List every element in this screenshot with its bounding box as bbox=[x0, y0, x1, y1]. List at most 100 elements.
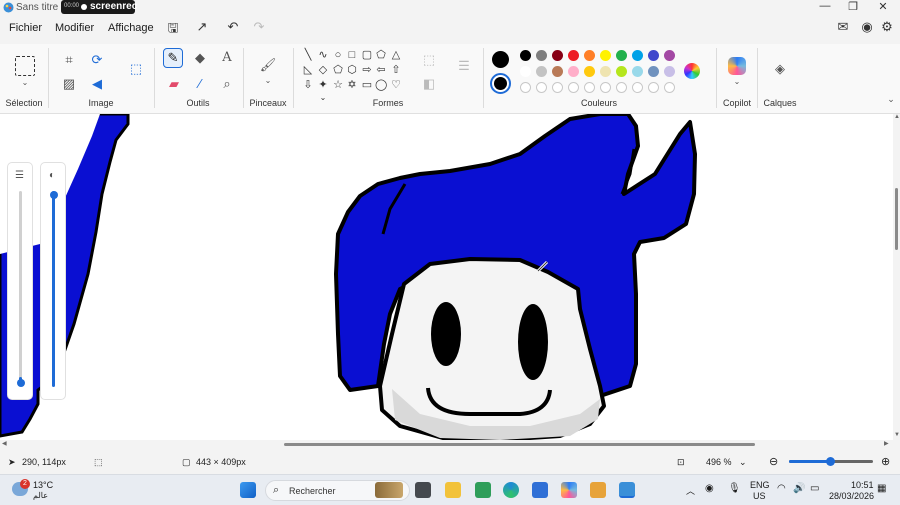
menu-edit[interactable]: Modifier bbox=[55, 22, 94, 34]
diamond-shape-icon[interactable]: ◇ bbox=[317, 64, 329, 76]
ribbon-collapse-icon[interactable]: ⌄ bbox=[882, 94, 900, 112]
flip-icon[interactable]: ◀ bbox=[88, 76, 106, 94]
zoom-slider-thumb[interactable] bbox=[826, 457, 835, 466]
microphone-icon[interactable]: 🎙 bbox=[728, 483, 741, 494]
oval-shape-icon[interactable]: ○ bbox=[332, 49, 344, 61]
task-view-icon[interactable] bbox=[415, 482, 431, 498]
custom-color-slot-5[interactable] bbox=[584, 82, 595, 93]
up-arrow-shape-icon[interactable]: ⇧ bbox=[390, 64, 402, 76]
selection-dropdown-icon[interactable]: ⌄ bbox=[16, 78, 34, 96]
edit-colors-icon[interactable] bbox=[684, 63, 700, 79]
palette-swatch-r2-2[interactable] bbox=[536, 66, 547, 77]
palette-swatch-r2-4[interactable] bbox=[568, 66, 579, 77]
rectangle-select-icon[interactable] bbox=[15, 56, 35, 76]
line-shape-icon[interactable]: ╲ bbox=[302, 49, 314, 61]
settings-gear-icon[interactable]: ⚙ bbox=[878, 19, 896, 37]
callout-rect-shape-icon[interactable]: ▭ bbox=[361, 79, 373, 91]
store-icon[interactable] bbox=[532, 482, 548, 498]
custom-color-slot-3[interactable] bbox=[552, 82, 563, 93]
rectangle-shape-icon[interactable]: □ bbox=[346, 49, 358, 61]
feedback-icon[interactable]: ✉ bbox=[834, 19, 852, 37]
zoom-in-icon[interactable]: ⊕ bbox=[881, 455, 890, 468]
resize-icon[interactable]: ▨ bbox=[60, 76, 78, 94]
brush-dropdown-icon[interactable]: ⌄ bbox=[259, 76, 277, 94]
wifi-icon[interactable]: ◠ bbox=[777, 483, 786, 494]
custom-color-slot-2[interactable] bbox=[536, 82, 547, 93]
brush-icon[interactable]: 🖌 bbox=[259, 57, 277, 75]
vertical-scroll-thumb[interactable] bbox=[895, 188, 898, 250]
clock-time[interactable]: 10:51 bbox=[851, 480, 874, 490]
palette-swatch-r1-10[interactable] bbox=[664, 50, 675, 61]
custom-color-slot-4[interactable] bbox=[568, 82, 579, 93]
six-point-star-shape-icon[interactable]: ✡ bbox=[346, 79, 358, 91]
palette-swatch-r1-7[interactable] bbox=[616, 50, 627, 61]
menu-view[interactable]: Affichage bbox=[108, 22, 154, 34]
palette-swatch-r2-9[interactable] bbox=[648, 66, 659, 77]
drawing-canvas[interactable] bbox=[0, 114, 893, 440]
down-arrow-shape-icon[interactable]: ⇩ bbox=[302, 79, 314, 91]
edge-browser-icon[interactable] bbox=[503, 482, 519, 498]
heart-shape-icon[interactable]: ♡ bbox=[390, 79, 402, 91]
close-button[interactable]: ✕ bbox=[868, 0, 898, 14]
callout-oval-shape-icon[interactable]: ◯ bbox=[375, 79, 387, 91]
scroll-up-icon[interactable]: ▲ bbox=[894, 114, 900, 120]
palette-swatch-r2-1[interactable] bbox=[520, 66, 531, 77]
stroke-size-icon[interactable]: ☰ bbox=[455, 58, 473, 76]
custom-color-slot-10[interactable] bbox=[664, 82, 675, 93]
copilot-taskbar-icon[interactable] bbox=[561, 482, 577, 498]
image-background-icon[interactable]: ⬚ bbox=[127, 61, 145, 79]
palette-swatch-r2-3[interactable] bbox=[552, 66, 563, 77]
palette-swatch-r1-3[interactable] bbox=[552, 50, 563, 61]
undo-icon[interactable]: ↶ bbox=[224, 19, 242, 37]
tray-overflow-icon[interactable]: ︿ bbox=[686, 484, 695, 497]
magnifier-icon[interactable]: ⌕ bbox=[218, 76, 236, 94]
horizontal-scroll-thumb[interactable] bbox=[284, 443, 755, 446]
account-icon[interactable]: ◉ bbox=[858, 19, 876, 37]
text-tool-icon[interactable]: A bbox=[218, 50, 236, 68]
color-picker-icon[interactable]: ⁄ bbox=[191, 76, 209, 94]
vertical-scrollbar[interactable]: ▲ ▼ bbox=[893, 114, 900, 440]
media-player-icon[interactable] bbox=[590, 482, 606, 498]
share-icon[interactable]: ↗ bbox=[193, 19, 211, 37]
triangle-shape-icon[interactable]: △ bbox=[390, 49, 402, 61]
minimize-button[interactable]: — bbox=[810, 0, 840, 14]
palette-swatch-r2-5[interactable] bbox=[584, 66, 595, 77]
steam-icon[interactable]: ◉ bbox=[705, 483, 714, 494]
battery-icon[interactable]: ▭ bbox=[810, 483, 819, 494]
primary-color-swatch[interactable] bbox=[492, 51, 509, 68]
fit-to-window-icon[interactable]: ⊡ bbox=[677, 457, 685, 468]
restore-button[interactable]: ❐ bbox=[838, 0, 868, 14]
scroll-left-icon[interactable]: ◀ bbox=[2, 440, 7, 447]
volume-icon[interactable]: 🔊 bbox=[793, 483, 805, 494]
size-slider-thumb[interactable] bbox=[17, 379, 25, 387]
scroll-down-icon[interactable]: ▼ bbox=[894, 432, 900, 438]
palette-swatch-r1-8[interactable] bbox=[632, 50, 643, 61]
app-pinned-icon[interactable] bbox=[475, 482, 491, 498]
custom-color-slot-7[interactable] bbox=[616, 82, 627, 93]
curve-shape-icon[interactable]: ∿ bbox=[317, 49, 329, 61]
redo-icon[interactable]: ↷ bbox=[250, 19, 268, 37]
right-triangle-shape-icon[interactable]: ◺ bbox=[302, 64, 314, 76]
palette-swatch-r2-8[interactable] bbox=[632, 66, 643, 77]
save-icon[interactable]: 🖫 bbox=[164, 19, 182, 37]
four-point-star-shape-icon[interactable]: ✦ bbox=[317, 79, 329, 91]
crop-icon[interactable]: ⌗ bbox=[60, 52, 78, 70]
windows-start-icon[interactable] bbox=[240, 482, 256, 498]
zoom-dropdown-icon[interactable]: ⌄ bbox=[739, 457, 747, 468]
palette-swatch-r1-4[interactable] bbox=[568, 50, 579, 61]
palette-swatch-r1-6[interactable] bbox=[600, 50, 611, 61]
copilot-dropdown-icon[interactable]: ⌄ bbox=[728, 77, 746, 95]
horizontal-scrollbar[interactable]: ◀ ▶ bbox=[0, 440, 893, 448]
palette-swatch-r2-6[interactable] bbox=[600, 66, 611, 77]
layers-icon[interactable]: ◈ bbox=[771, 61, 789, 79]
custom-color-slot-9[interactable] bbox=[648, 82, 659, 93]
palette-swatch-r2-7[interactable] bbox=[616, 66, 627, 77]
polygon-shape-icon[interactable]: ⬠ bbox=[375, 49, 387, 61]
custom-color-slot-8[interactable] bbox=[632, 82, 643, 93]
palette-swatch-r1-5[interactable] bbox=[584, 50, 595, 61]
custom-color-slot-6[interactable] bbox=[600, 82, 611, 93]
size-slider-track[interactable] bbox=[19, 191, 22, 381]
opacity-slider-thumb[interactable] bbox=[50, 191, 58, 199]
right-arrow-shape-icon[interactable]: ⇨ bbox=[361, 64, 373, 76]
scroll-right-icon[interactable]: ▶ bbox=[884, 440, 889, 447]
